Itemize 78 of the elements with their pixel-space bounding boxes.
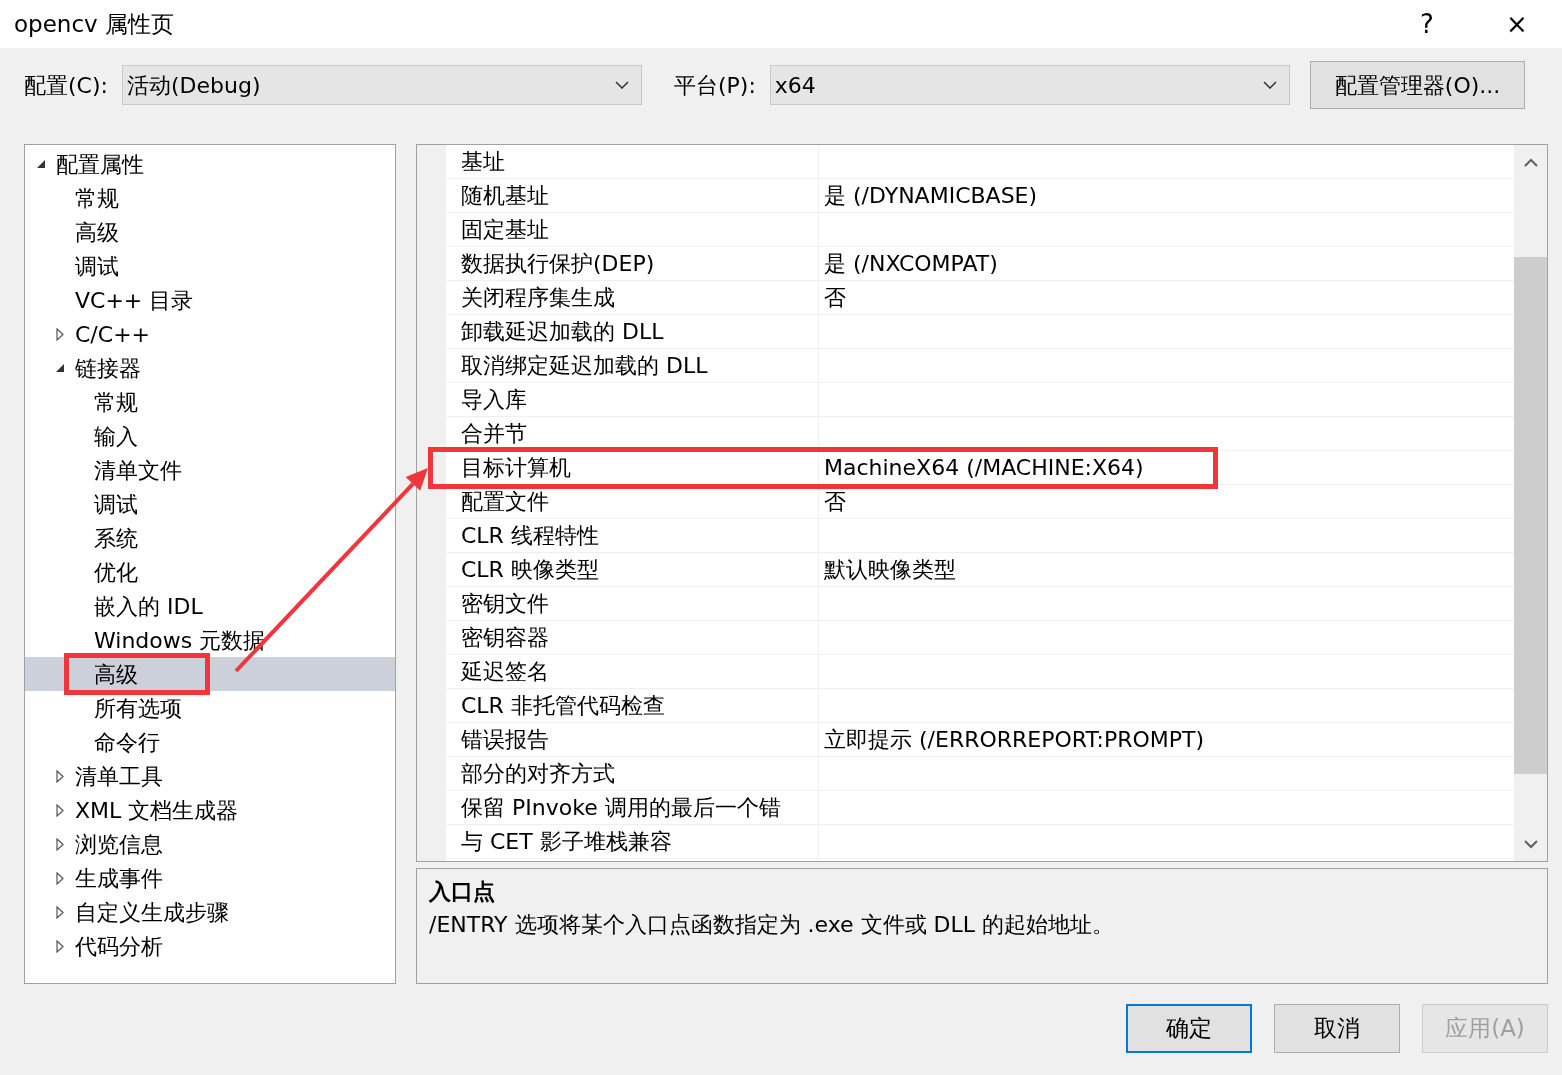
tree-item[interactable]: 清单工具 [25, 759, 395, 793]
property-name[interactable]: 与 CET 影子堆栈兼容 [446, 825, 819, 858]
expanded-triangle-icon[interactable] [35, 159, 46, 169]
tree-item[interactable]: 调试 [25, 249, 395, 283]
property-name[interactable]: 基址 [446, 145, 819, 178]
collapsed-triangle-icon[interactable] [55, 871, 64, 885]
collapsed-triangle-icon[interactable] [55, 939, 64, 953]
dialog-button[interactable]: 取消 [1274, 1004, 1400, 1053]
tree-item[interactable]: 生成事件 [25, 861, 395, 895]
tree-item[interactable]: 配置属性 [25, 147, 395, 181]
collapsed-triangle-icon[interactable] [55, 905, 64, 919]
tree-item[interactable]: 清单文件 [25, 453, 395, 487]
configuration-label: 配置(C): [24, 71, 108, 100]
dialog-button[interactable]: 确定 [1126, 1004, 1252, 1053]
property-name[interactable]: 卸载延迟加载的 DLL [446, 315, 819, 348]
tree-item[interactable]: 调试 [25, 487, 395, 521]
description-title: 入口点 [429, 878, 496, 906]
tree-item[interactable]: 输入 [25, 419, 395, 453]
property-name[interactable]: CLR 非托管代码检查 [446, 689, 819, 722]
collapsed-triangle-icon[interactable] [55, 803, 64, 817]
property-name[interactable]: 随机基址 [446, 179, 819, 212]
property-name[interactable]: 部分的对齐方式 [446, 757, 819, 790]
tree-item[interactable]: 嵌入的 IDL [25, 589, 395, 623]
property-value[interactable]: 是 (/NXCOMPAT) [819, 247, 998, 280]
property-name[interactable]: 错误报告 [446, 723, 819, 756]
property-name[interactable]: 取消绑定延迟加载的 DLL [446, 349, 819, 382]
tree-item[interactable]: C/C++ [25, 317, 395, 351]
property-value[interactable]: 默认映像类型 [819, 553, 956, 586]
property-name[interactable]: 配置文件 [446, 485, 819, 518]
tree-item[interactable]: 命令行 [25, 725, 395, 759]
property-name[interactable]: 保留 PInvoke 调用的最后一个错 [446, 791, 819, 824]
scroll-thumb[interactable] [1514, 257, 1547, 774]
help-button[interactable]: ? [1382, 0, 1472, 48]
property-name[interactable]: 数据执行保护(DEP) [446, 247, 819, 280]
platform-label: 平台(P): [673, 71, 756, 100]
description-text: /ENTRY 选项将某个入口点函数指定为 .exe 文件或 DLL 的起始地址。 [429, 911, 1115, 939]
property-value[interactable]: 立即提示 (/ERRORREPORT:PROMPT) [819, 723, 1205, 756]
tree-item[interactable]: 常规 [25, 181, 395, 215]
tree-item[interactable]: 链接器 [25, 351, 395, 385]
tree-item[interactable]: 高级 [25, 657, 395, 691]
platform-dropdown[interactable]: x64 [769, 65, 1290, 105]
property-name[interactable]: 密钥文件 [446, 587, 819, 620]
tree-item[interactable]: 常规 [25, 385, 395, 419]
configuration-manager-button[interactable]: 配置管理器(O)... [1309, 61, 1526, 109]
property-value[interactable]: 否 [819, 281, 846, 314]
close-button[interactable]: × [1472, 0, 1562, 48]
tree-item[interactable]: 浏览信息 [25, 827, 395, 861]
property-name[interactable]: CLR 映像类型 [446, 553, 819, 586]
tree-item[interactable]: 所有选项 [25, 691, 395, 725]
property-name[interactable]: 固定基址 [446, 213, 819, 246]
property-name[interactable]: 目标计算机 [446, 451, 819, 484]
expanded-triangle-icon[interactable] [54, 363, 65, 373]
tree-item[interactable]: 高级 [25, 215, 395, 249]
window-title: opencv 属性页 [14, 9, 175, 39]
property-name[interactable]: 密钥容器 [446, 621, 819, 654]
collapsed-triangle-icon[interactable] [55, 327, 64, 341]
tree-item[interactable]: 自定义生成步骤 [25, 895, 395, 929]
property-value[interactable]: MachineX64 (/MACHINE:X64) [819, 451, 1144, 484]
property-value[interactable]: 否 [819, 485, 846, 518]
property-name[interactable]: 延迟签名 [446, 655, 819, 688]
scroll-up-icon[interactable] [1523, 157, 1538, 167]
tree-item[interactable]: 优化 [25, 555, 395, 589]
property-name[interactable]: 关闭程序集生成 [446, 281, 819, 314]
collapsed-triangle-icon[interactable] [55, 769, 64, 783]
tree-item[interactable]: 代码分析 [25, 929, 395, 963]
property-name[interactable]: 导入库 [446, 383, 819, 416]
configuration-dropdown[interactable]: 活动(Debug) [121, 65, 642, 105]
tree-item[interactable]: VC++ 目录 [25, 283, 395, 317]
chevron-down-icon [614, 81, 629, 89]
scroll-down-icon[interactable] [1523, 839, 1538, 849]
tree-item[interactable]: 系统 [25, 521, 395, 555]
tree-item[interactable]: XML 文档生成器 [25, 793, 395, 827]
property-name[interactable]: CLR 线程特性 [446, 519, 819, 552]
scrollbar[interactable] [1514, 145, 1547, 861]
property-value[interactable]: 是 (/DYNAMICBASE) [819, 179, 1038, 212]
property-name[interactable]: 合并节 [446, 417, 819, 450]
collapsed-triangle-icon[interactable] [55, 837, 64, 851]
chevron-down-icon [1262, 81, 1277, 89]
